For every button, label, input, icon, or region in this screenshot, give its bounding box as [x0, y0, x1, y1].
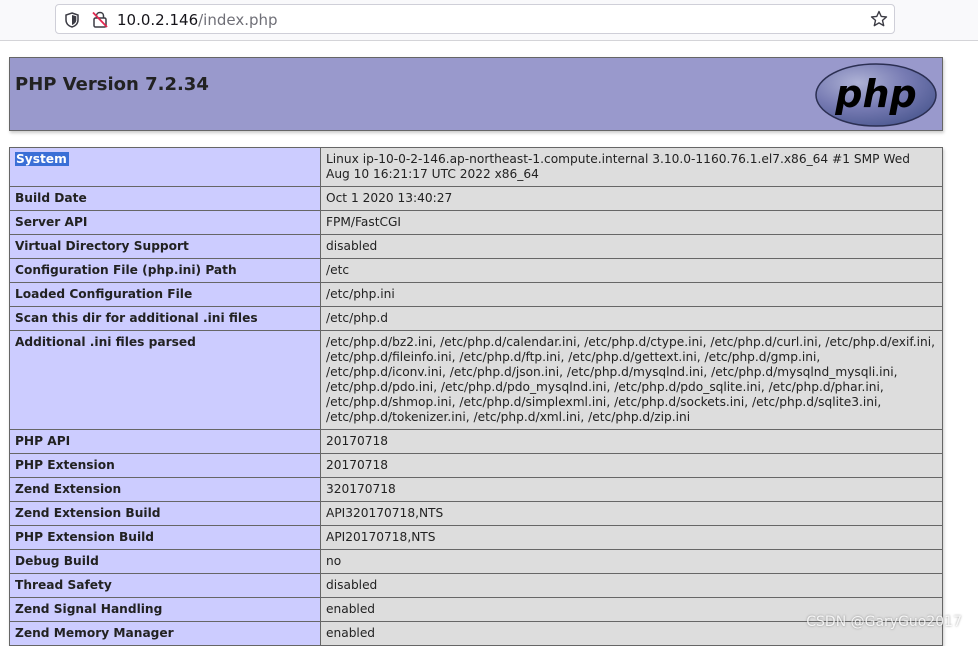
url-bar[interactable]: 10.0.2.146/index.php: [55, 4, 895, 34]
table-row: PHP Extension 20170718: [9, 453, 943, 478]
browser-toolbar: 10.0.2.146/index.php: [0, 0, 978, 41]
key-text: Loaded Configuration File: [15, 287, 193, 301]
watermark: CSDN @GaryGuo2017: [806, 614, 962, 630]
row-value: 20170718: [320, 429, 943, 454]
table-row: Zend Extension Build API320170718,NTS: [9, 501, 943, 526]
key-text: Build Date: [15, 191, 87, 205]
row-value: disabled: [320, 573, 943, 598]
table-row: Loaded Configuration File/etc/php.ini: [9, 282, 943, 307]
row-value: FPM/FastCGI: [320, 210, 943, 235]
shield-icon[interactable]: [65, 12, 79, 28]
row-value: disabled: [320, 234, 943, 259]
table-row: Zend Signal Handling enabled: [9, 597, 943, 622]
table-row: Build Date Oct 1 2020 13:40:27: [9, 186, 943, 211]
row-key: Loaded Configuration File: [9, 282, 321, 307]
row-value: /etc: [320, 258, 943, 283]
row-key: Zend Extension: [9, 477, 321, 502]
row-value: 320170718: [320, 477, 943, 502]
key-text: Thread Safety: [15, 578, 112, 592]
key-text: PHP Extension Build: [15, 530, 155, 544]
table-row: Thread Safety disabled: [9, 573, 943, 598]
row-value: /etc/php.d: [320, 306, 943, 331]
php-header: PHP Version 7.2.34 php: [9, 57, 943, 131]
row-value: Oct 1 2020 13:40:27: [320, 186, 943, 211]
row-key: Zend Extension Build: [9, 501, 321, 526]
php-logo-text: php: [834, 72, 916, 116]
selected-key-text: System: [15, 152, 69, 166]
key-text: Zend Extension: [15, 482, 122, 496]
table-row: Virtual Directory Support disabled: [9, 234, 943, 259]
key-text: Virtual Directory Support: [15, 239, 189, 253]
key-text: Scan this dir for additional .ini files: [15, 311, 258, 325]
page-title: PHP Version 7.2.34: [15, 74, 209, 95]
row-key: Thread Safety: [9, 573, 321, 598]
key-text: Debug Build: [15, 554, 99, 568]
row-key: PHP Extension: [9, 453, 321, 478]
row-key: Zend Memory Manager: [9, 621, 321, 646]
row-key: Build Date: [9, 186, 321, 211]
table-row: Zend Memory Manager enabled: [9, 621, 943, 646]
row-value: /etc/php.d/bz2.ini, /etc/php.d/calendar.…: [320, 330, 943, 430]
php-logo[interactable]: php: [815, 63, 937, 127]
table-row: Configuration File (php.ini) Path/etc: [9, 258, 943, 283]
table-row: Debug Build no: [9, 549, 943, 574]
row-key: Server API: [9, 210, 321, 235]
key-text: PHP API: [15, 434, 71, 448]
table-row: PHP Extension Build API20170718,NTS: [9, 525, 943, 550]
row-value: no: [320, 549, 943, 574]
key-text: Zend Memory Manager: [15, 626, 174, 640]
table-row: PHP API 20170718: [9, 429, 943, 454]
row-value: 20170718: [320, 453, 943, 478]
row-key: Additional .ini files parsed: [9, 330, 321, 430]
row-value: API320170718,NTS: [320, 501, 943, 526]
row-value: API20170718,NTS: [320, 525, 943, 550]
url-path: /index.php: [198, 11, 278, 29]
key-text: Additional .ini files parsed: [15, 335, 196, 349]
url-host: 10.0.2.146: [117, 11, 199, 29]
star-icon[interactable]: [870, 10, 888, 28]
key-text: PHP Extension: [15, 458, 115, 472]
key-text: Zend Signal Handling: [15, 602, 163, 616]
url-text[interactable]: 10.0.2.146/index.php: [117, 10, 278, 30]
row-key: Scan this dir for additional .ini files: [9, 306, 321, 331]
key-text: Server API: [15, 215, 88, 229]
row-value: Linux ip-10-0-2-146.ap-northeast-1.compu…: [320, 147, 943, 187]
lock-warning-icon[interactable]: [92, 11, 108, 28]
key-text: Zend Extension Build: [15, 506, 161, 520]
row-key: Configuration File (php.ini) Path: [9, 258, 321, 283]
table-row: System Linux ip-10-0-2-146.ap-northeast-1…: [9, 147, 943, 187]
table-row: Zend Extension 320170718: [9, 477, 943, 502]
row-key: Debug Build: [9, 549, 321, 574]
table-row: Server API FPM/FastCGI: [9, 210, 943, 235]
row-key: System: [9, 147, 321, 187]
row-key: PHP API: [9, 429, 321, 454]
row-key: Virtual Directory Support: [9, 234, 321, 259]
table-row: Scan this dir for additional .ini files /…: [9, 306, 943, 331]
row-key: Zend Signal Handling: [9, 597, 321, 622]
table-row: Additional .ini files parsed/etc/php.d/b…: [9, 330, 943, 430]
php-info-table: System Linux ip-10-0-2-146.ap-northeast-1…: [9, 147, 943, 646]
row-key: PHP Extension Build: [9, 525, 321, 550]
key-text: Configuration File (php.ini) Path: [15, 263, 237, 277]
row-value: /etc/php.ini: [320, 282, 943, 307]
